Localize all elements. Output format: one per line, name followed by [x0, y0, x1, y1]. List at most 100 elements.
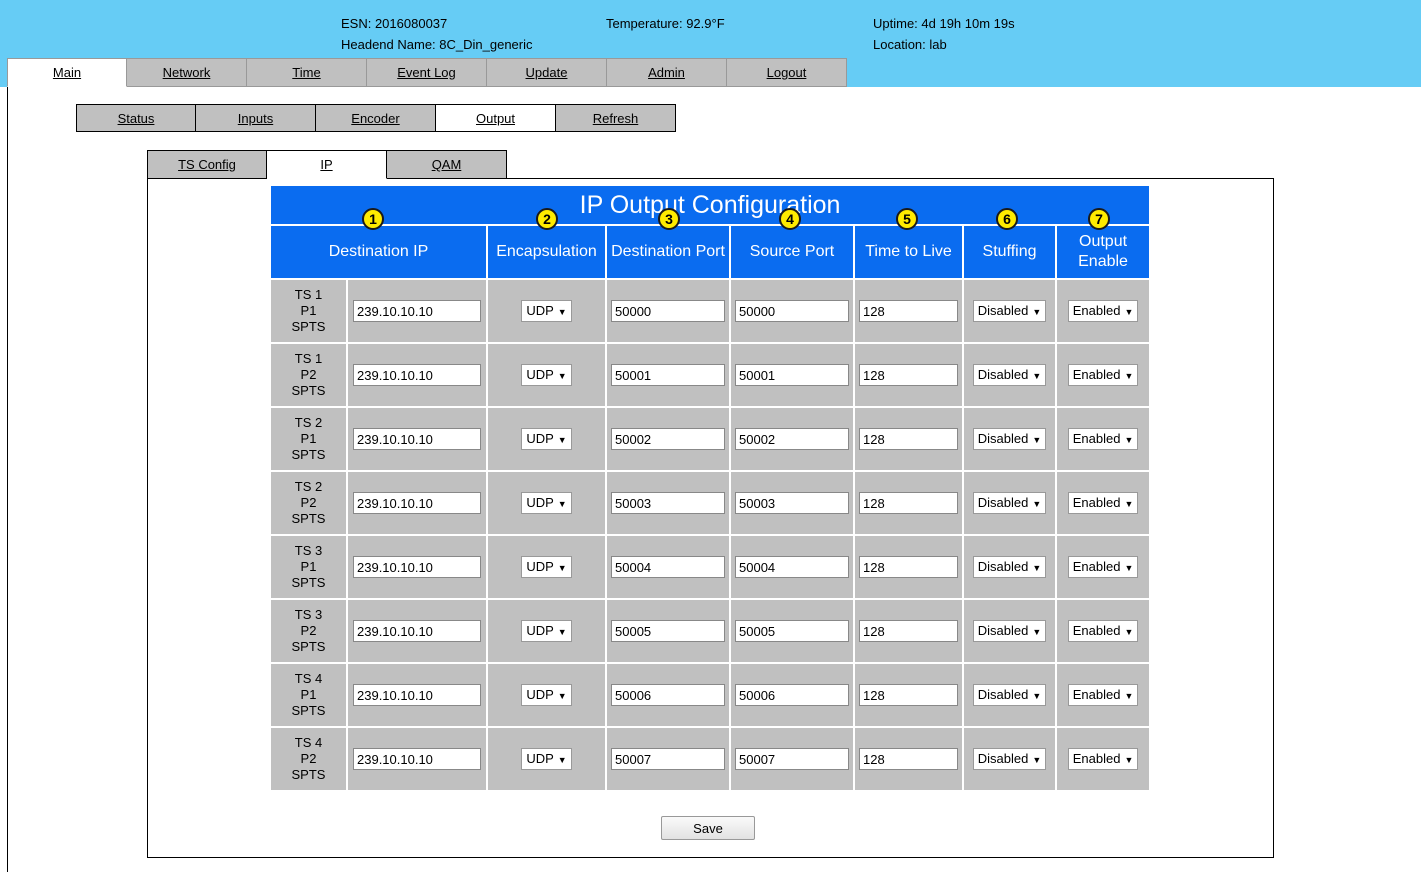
time-to-live-input[interactable] — [859, 620, 958, 642]
output-enable-select[interactable]: Enabled ▼ — [1067, 684, 1139, 706]
output-enable-select[interactable]: Enabled ▼ — [1067, 620, 1139, 642]
destination-port-input[interactable] — [611, 492, 725, 514]
sub-tab-status[interactable]: Status — [76, 104, 196, 132]
destination-ip-input[interactable] — [353, 300, 481, 322]
source-port-input[interactable] — [735, 748, 849, 770]
output-enable-cell: Enabled ▼ — [1057, 726, 1150, 790]
destination-port-input[interactable] — [611, 428, 725, 450]
tab-ts-config[interactable]: TS Config — [147, 150, 267, 179]
ts-label: TS 1 — [294, 351, 323, 366]
destination-ip-input[interactable] — [353, 364, 481, 386]
col-header-time-to-live: Time to Live — [855, 226, 964, 278]
output-enable-select[interactable]: Enabled ▼ — [1067, 492, 1139, 514]
destination-port-input[interactable] — [611, 748, 725, 770]
time-to-live-input[interactable] — [859, 364, 958, 386]
output-enable-select[interactable]: Enabled ▼ — [1067, 556, 1139, 578]
ttl-cell — [855, 726, 964, 790]
nav-tab-main[interactable]: Main — [7, 58, 127, 87]
time-to-live-input[interactable] — [859, 428, 958, 450]
ttl-cell — [855, 406, 964, 470]
select-value: Disabled — [977, 431, 1029, 446]
output-enable-cell: Enabled ▼ — [1057, 534, 1150, 598]
source-port-input[interactable] — [735, 556, 849, 578]
program-label: P1 — [300, 687, 317, 702]
location-text: Location: lab — [873, 37, 947, 52]
encapsulation-select[interactable]: UDP ▼ — [521, 364, 572, 386]
stuffing-select[interactable]: Disabled ▼ — [972, 364, 1047, 386]
destination-port-input[interactable] — [611, 364, 725, 386]
encapsulation-select[interactable]: UDP ▼ — [521, 556, 572, 578]
destination-ip-cell — [348, 598, 488, 662]
nav-tab-time[interactable]: Time — [247, 58, 367, 87]
nav-tab-logout[interactable]: Logout — [727, 58, 847, 87]
dropdown-arrow-icon: ▼ — [1032, 499, 1042, 509]
output-enable-select[interactable]: Enabled ▼ — [1067, 364, 1139, 386]
time-to-live-input[interactable] — [859, 300, 958, 322]
nav-tab-network[interactable]: Network — [127, 58, 247, 87]
sub-tab-encoder[interactable]: Encoder — [316, 104, 436, 132]
stuffing-select[interactable]: Disabled ▼ — [972, 556, 1047, 578]
source-port-input[interactable] — [735, 684, 849, 706]
table-row: TS 2P2SPTSUDP▼Disabled▼Enabled▼ — [271, 470, 1150, 534]
select-value: Enabled — [1072, 687, 1121, 702]
time-to-live-input[interactable] — [859, 556, 958, 578]
output-enable-select[interactable]: Enabled ▼ — [1067, 428, 1139, 450]
nav-tab-update[interactable]: Update — [487, 58, 607, 87]
destination-ip-input[interactable] — [353, 492, 481, 514]
dropdown-arrow-icon: ▼ — [1124, 691, 1134, 701]
destination-ip-input[interactable] — [353, 428, 481, 450]
encapsulation-select[interactable]: UDP ▼ — [521, 428, 572, 450]
encapsulation-select[interactable]: UDP ▼ — [521, 748, 572, 770]
save-button[interactable]: Save — [661, 816, 755, 840]
sub-tab-inputs[interactable]: Inputs — [196, 104, 316, 132]
encapsulation-select[interactable]: UDP ▼ — [521, 300, 572, 322]
source-port-input[interactable] — [735, 364, 849, 386]
tab-ip[interactable]: IP — [267, 150, 387, 179]
time-to-live-input[interactable] — [859, 492, 958, 514]
source-port-input[interactable] — [735, 428, 849, 450]
source-port-input[interactable] — [735, 300, 849, 322]
time-to-live-input[interactable] — [859, 684, 958, 706]
dropdown-arrow-icon: ▼ — [1032, 755, 1042, 765]
stuffing-select[interactable]: Disabled ▼ — [972, 428, 1047, 450]
stuffing-select[interactable]: Disabled ▼ — [972, 620, 1047, 642]
tab-qam[interactable]: QAM — [387, 150, 507, 179]
destination-port-input[interactable] — [611, 300, 725, 322]
stuffing-select[interactable]: Disabled ▼ — [972, 300, 1047, 322]
stream-label-cell: TS 1 P2 SPTS — [271, 342, 348, 406]
select-value: UDP — [526, 303, 554, 318]
destination-ip-input[interactable] — [353, 620, 481, 642]
stuffing-select[interactable]: Disabled ▼ — [972, 492, 1047, 514]
sub-tab-output[interactable]: Output — [436, 104, 556, 132]
destination-port-input[interactable] — [611, 620, 725, 642]
destination-ip-input[interactable] — [353, 684, 481, 706]
nav-tab-admin[interactable]: Admin — [607, 58, 727, 87]
source-port-input[interactable] — [735, 620, 849, 642]
source-port-input[interactable] — [735, 492, 849, 514]
stream-type-label: SPTS — [291, 383, 326, 398]
stream-label-cell: TS 4 P1 SPTS — [271, 662, 348, 726]
stuffing-select[interactable]: Disabled ▼ — [972, 748, 1047, 770]
ts-label: TS 3 — [294, 543, 323, 558]
encapsulation-select[interactable]: UDP ▼ — [521, 620, 572, 642]
destination-ip-cell — [348, 470, 488, 534]
select-value: UDP — [526, 751, 554, 766]
stuffing-select[interactable]: Disabled ▼ — [972, 684, 1047, 706]
sub-tab-refresh[interactable]: Refresh — [556, 104, 676, 132]
encapsulation-select[interactable]: UDP ▼ — [521, 684, 572, 706]
dropdown-arrow-icon: ▼ — [557, 307, 567, 317]
nav-tab-event-log[interactable]: Event Log — [367, 58, 487, 87]
destination-port-input[interactable] — [611, 684, 725, 706]
destination-ip-input[interactable] — [353, 556, 481, 578]
select-value: Enabled — [1072, 751, 1121, 766]
col-header-encapsulation: Encapsulation — [488, 226, 607, 278]
encapsulation-select[interactable]: UDP ▼ — [521, 492, 572, 514]
destination-ip-input[interactable] — [353, 748, 481, 770]
table-row: TS 4P2SPTSUDP▼Disabled▼Enabled▼ — [271, 726, 1150, 790]
time-to-live-input[interactable] — [859, 748, 958, 770]
output-enable-select[interactable]: Enabled ▼ — [1067, 748, 1139, 770]
output-enable-select[interactable]: Enabled ▼ — [1067, 300, 1139, 322]
encapsulation-cell: UDP ▼ — [488, 278, 607, 342]
dropdown-arrow-icon: ▼ — [557, 435, 567, 445]
destination-port-input[interactable] — [611, 556, 725, 578]
